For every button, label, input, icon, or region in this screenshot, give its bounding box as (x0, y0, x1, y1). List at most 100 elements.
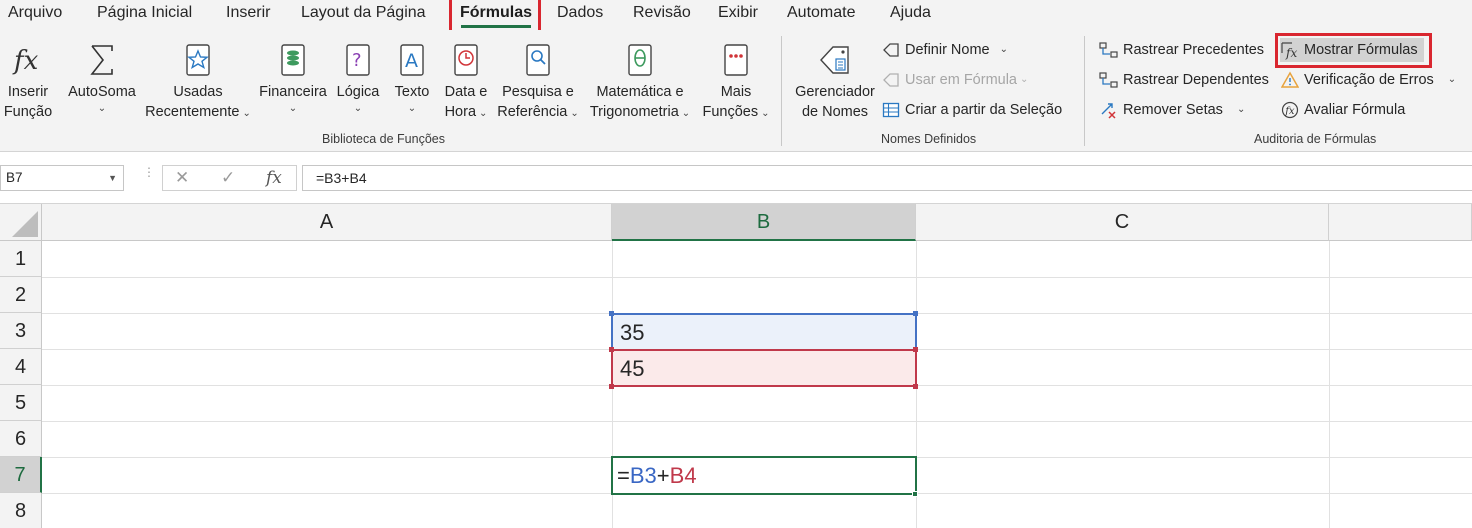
cell-b7-active[interactable]: =B3+B4 (611, 456, 917, 495)
table-selection-icon (881, 100, 901, 120)
ref-handle[interactable] (913, 384, 918, 389)
insert-function-fx-icon[interactable]: fx (266, 168, 282, 188)
tab-automate[interactable]: Automate (787, 2, 855, 26)
text-functions-button[interactable]: A Texto ⌄ (389, 42, 435, 116)
select-all-triangle-icon (12, 211, 38, 237)
recently-used-label-2: Recentemente (145, 104, 240, 120)
tab-formulas[interactable]: Fórmulas (460, 2, 532, 26)
lookup-reference-button[interactable]: Pesquisa e Referência ⌄ (494, 42, 582, 124)
trace-precedents-button[interactable]: Rastrear Precedentes (1099, 38, 1264, 62)
remove-arrows-button[interactable]: Remover Setas ⌄ (1099, 98, 1245, 122)
row-header-2[interactable]: 2 (0, 277, 42, 313)
date-time-label-2: Hora (444, 104, 477, 120)
active-tab-indicator (461, 25, 531, 28)
row-header-4[interactable]: 4 (0, 349, 42, 385)
ref-handle[interactable] (609, 384, 614, 389)
formula-plus: + (656, 463, 670, 488)
column-header-c[interactable]: C (916, 204, 1329, 241)
show-formulas-button[interactable]: fx Mostrar Fórmulas (1280, 38, 1424, 62)
row-header-7[interactable]: 7 (0, 457, 42, 493)
recently-used-button[interactable]: Usadas Recentemente ⌄ (143, 42, 253, 124)
warning-triangle-icon (1280, 70, 1300, 90)
more-functions-label-1: Mais (720, 84, 752, 100)
tab-ajuda[interactable]: Ajuda (890, 2, 931, 26)
trace-precedents-label: Rastrear Precedentes (1123, 42, 1265, 58)
book-clock-icon (454, 44, 478, 76)
enter-check-icon[interactable]: ✓ (221, 168, 235, 188)
cell-b4[interactable]: 45 (611, 349, 917, 387)
cancel-x-icon[interactable]: ✕ (175, 168, 189, 188)
math-trig-label-2: Trigonometria (589, 104, 679, 120)
trace-dependents-button[interactable]: Rastrear Dependentes (1099, 68, 1269, 92)
formula-bar-drag-handle[interactable]: ⋮ (143, 166, 155, 178)
row-header-5[interactable]: 5 (0, 385, 42, 421)
chevron-down-icon: ⌄ (681, 108, 691, 119)
formula-ref-b4: B4 (669, 463, 697, 488)
insert-function-button[interactable]: fx Inserir Função (2, 42, 54, 122)
evaluate-formula-button[interactable]: fx Avaliar Fórmula (1280, 98, 1405, 122)
create-from-selection-label: Criar a partir da Seleção (905, 102, 1063, 118)
gridline (42, 421, 1472, 422)
book-magnifier-icon (526, 44, 550, 76)
tab-exibir[interactable]: Exibir (718, 2, 758, 26)
chevron-down-icon: ⌄ (1020, 74, 1029, 85)
group-label-defined-names: Nomes Definidos (881, 132, 977, 146)
row-header-1[interactable]: 1 (0, 241, 42, 277)
autosum-button[interactable]: AutoSoma ⌄ (62, 42, 142, 116)
chevron-down-icon[interactable]: ▼ (108, 166, 117, 190)
date-time-button[interactable]: Data e Hora ⌄ (437, 42, 495, 124)
worksheet-grid: A B C 1 2 3 4 5 6 7 8 35 45 =B3+B4 (0, 204, 1472, 528)
text-functions-label: Texto (394, 84, 430, 100)
group-separator (781, 36, 782, 146)
column-header-d[interactable] (1329, 204, 1472, 241)
cell-b4-value: 45 (620, 356, 645, 381)
math-trig-button[interactable]: Matemática e Trigonometria ⌄ (585, 42, 695, 124)
financial-button[interactable]: Financeira ⌄ (257, 42, 329, 116)
tab-pagina-inicial[interactable]: Página Inicial (97, 2, 192, 26)
tab-revisao[interactable]: Revisão (633, 2, 691, 26)
more-functions-button[interactable]: Mais Funções ⌄ (700, 42, 772, 124)
recently-used-label-1: Usadas (173, 84, 223, 100)
name-manager-label-2: de Nomes (801, 104, 869, 120)
row-header-6[interactable]: 6 (0, 421, 42, 457)
define-name-button[interactable]: Definir Nome ⌄ (881, 38, 1008, 62)
chevron-down-icon: ⌄ (242, 108, 251, 119)
cell-b3[interactable]: 35 (611, 313, 917, 351)
column-header-a[interactable]: A (42, 204, 612, 241)
row-header-3[interactable]: 3 (0, 313, 42, 349)
chevron-down-icon: ⌄ (407, 103, 417, 114)
fill-handle[interactable] (912, 491, 918, 497)
evaluate-formula-label: Avaliar Fórmula (1304, 102, 1406, 118)
tab-arquivo[interactable]: Arquivo (8, 2, 62, 26)
logical-button[interactable]: ? Lógica ⌄ (334, 42, 382, 116)
error-checking-label: Verificação de Erros (1304, 72, 1434, 88)
use-in-formula-button[interactable]: Usar em Fórmula ⌄ (881, 68, 1028, 92)
show-formulas-label: Mostrar Fórmulas (1304, 42, 1418, 58)
name-box[interactable]: B7 ▼ (0, 165, 124, 191)
tag-fx-icon (881, 70, 901, 90)
book-letter-a-icon: A (400, 44, 424, 76)
tab-inserir[interactable]: Inserir (226, 2, 270, 26)
svg-text:A: A (405, 50, 418, 72)
ref-handle[interactable] (913, 347, 918, 352)
cell-b7-formula: =B3+B4 (614, 458, 697, 494)
column-header-b[interactable]: B (612, 204, 916, 241)
tab-layout-da-pagina[interactable]: Layout da Página (301, 2, 426, 26)
create-from-selection-button[interactable]: Criar a partir da Seleção (881, 98, 1062, 122)
remove-arrows-label: Remover Setas (1123, 102, 1223, 118)
name-manager-button[interactable]: Gerenciador de Nomes (790, 42, 880, 122)
book-question-icon: ? (346, 44, 370, 76)
ref-handle[interactable] (609, 311, 614, 316)
insert-function-label-1: Inserir (7, 84, 49, 100)
row-header-8[interactable]: 8 (0, 493, 42, 528)
ribbon: fx Inserir Função AutoSoma ⌄ Usadas Rece… (0, 30, 1472, 152)
formula-input[interactable]: =B3+B4 (302, 165, 1472, 191)
ref-handle[interactable] (913, 311, 918, 316)
svg-text:fx: fx (1284, 106, 1295, 117)
ref-handle[interactable] (609, 347, 614, 352)
formula-bar-buttons: ✕ ✓ fx (162, 165, 297, 191)
error-checking-button[interactable]: Verificação de Erros ⌄ (1280, 68, 1456, 92)
tab-dados[interactable]: Dados (557, 2, 603, 26)
lookup-reference-label-1: Pesquisa e (502, 84, 574, 100)
select-all-button[interactable] (0, 204, 42, 241)
